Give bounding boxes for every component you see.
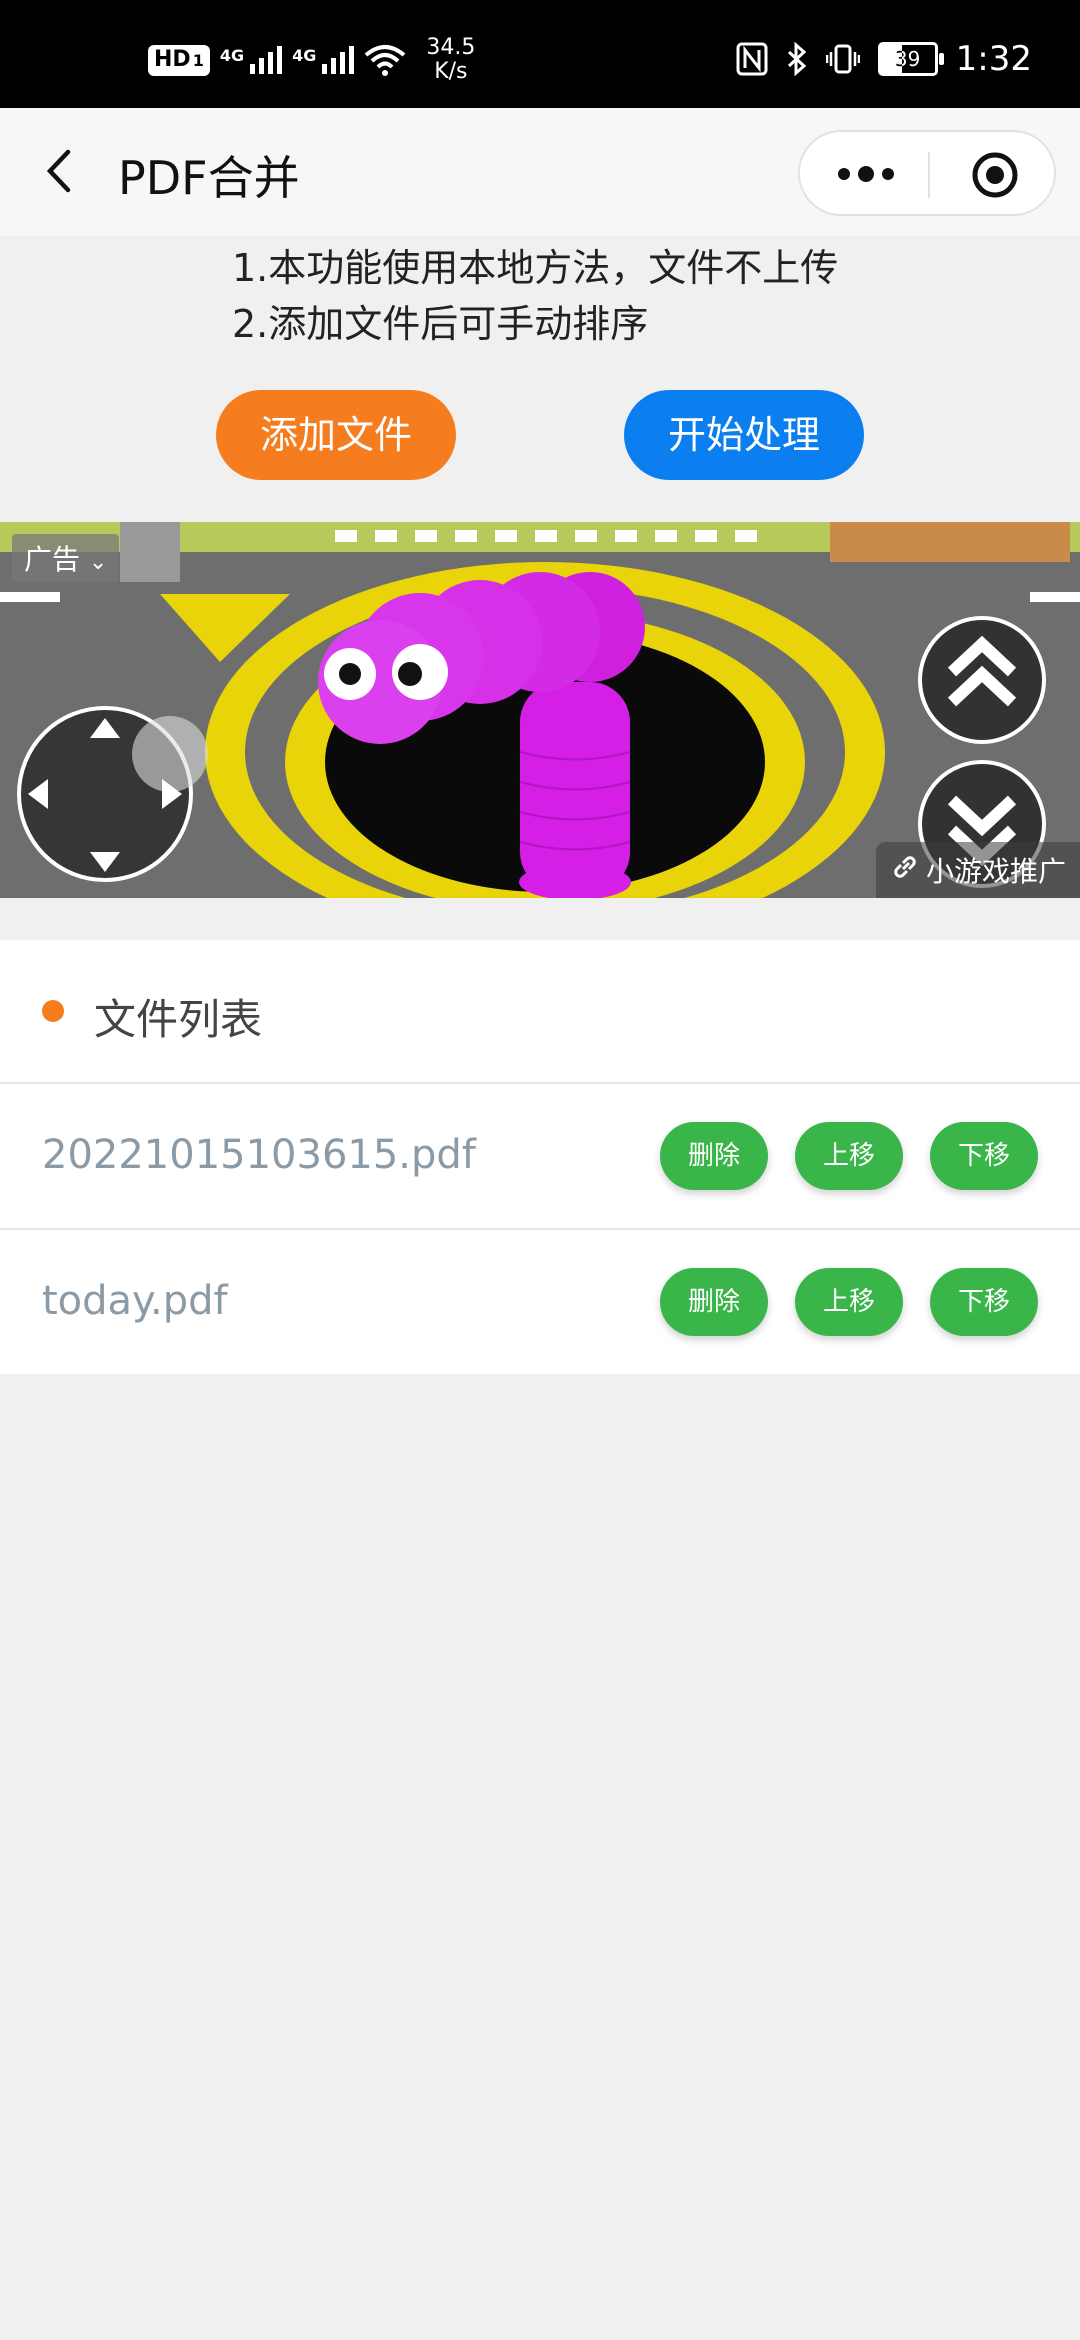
file-row: today.pdf 删除 上移 下移 <box>0 1230 1080 1374</box>
net-speed-unit: K/s <box>434 59 468 84</box>
link-icon <box>894 856 916 878</box>
capsule-divider <box>928 152 930 198</box>
file-name: today.pdf <box>42 1278 228 1324</box>
network-type-label: 4G <box>292 46 317 65</box>
target-circle-icon[interactable] <box>970 150 1020 200</box>
move-down-button[interactable]: 下移 <box>930 1122 1038 1190</box>
signal-icon: 4G <box>219 46 283 74</box>
file-list-section: 文件列表 20221015103615.pdf 删除 上移 下移 today.p… <box>0 940 1080 1374</box>
chevron-left-icon[interactable] <box>40 146 80 196</box>
nfc-icon <box>736 42 768 76</box>
more-dots-icon[interactable] <box>834 154 898 194</box>
nav-bar: PDF合并 <box>0 108 1080 236</box>
delete-button[interactable]: 删除 <box>660 1122 768 1190</box>
add-files-button[interactable]: 添加文件 <box>216 390 456 480</box>
file-list-header: 文件列表 <box>0 940 1080 1084</box>
signal-icon: 4G <box>292 46 355 74</box>
chevron-down-icon: ⌄ <box>88 550 108 575</box>
status-time: 1:32 <box>955 39 1032 79</box>
file-row: 20221015103615.pdf 删除 上移 下移 <box>0 1084 1080 1230</box>
network-type-label: 4G <box>219 46 245 65</box>
battery-level: 39 <box>894 47 921 71</box>
page-title: PDF合并 <box>118 151 300 205</box>
move-up-button[interactable]: 上移 <box>795 1268 903 1336</box>
battery-icon: 39 <box>877 42 944 76</box>
file-list-title: 文件列表 <box>94 995 263 1044</box>
net-speed: 34.5 K/s <box>426 36 475 84</box>
net-speed-value: 34.5 <box>426 35 476 60</box>
delete-button[interactable]: 删除 <box>660 1268 768 1336</box>
ad-label-text: 广告 <box>24 543 81 576</box>
hd-label: HD <box>154 46 191 72</box>
status-bar: HD 1 4G 4G 34.5 K/s 39 1:32 <box>0 0 1080 108</box>
instructions: 1.本功能使用本地方法，文件不上传 2.添加文件后可手动排序 <box>232 240 838 352</box>
ad-banner[interactable]: 广告 ⌄ 小游戏推广 <box>0 522 1080 898</box>
instruction-line: 2.添加文件后可手动排序 <box>232 302 649 346</box>
move-down-button[interactable]: 下移 <box>930 1268 1038 1336</box>
file-name: 20221015103615.pdf <box>42 1132 476 1178</box>
status-right: 39 1:32 <box>736 34 1032 84</box>
hd-icon: HD 1 <box>148 44 210 76</box>
bluetooth-icon <box>787 42 806 76</box>
move-up-button[interactable]: 上移 <box>795 1122 903 1190</box>
sim-label: 1 <box>192 50 204 70</box>
vibrate-icon <box>825 44 860 74</box>
wifi-icon <box>365 45 406 76</box>
mini-game-promo[interactable]: 小游戏推广 <box>875 842 1080 898</box>
ad-label[interactable]: 广告 ⌄ <box>12 534 120 582</box>
start-processing-button[interactable]: 开始处理 <box>624 390 864 480</box>
mini-game-promo-label: 小游戏推广 <box>925 855 1066 888</box>
status-left: HD 1 4G 4G 34.5 K/s <box>148 36 475 84</box>
instruction-line: 1.本功能使用本地方法，文件不上传 <box>232 246 839 290</box>
bullet-dot-icon <box>42 1000 64 1022</box>
mini-program-capsule <box>798 130 1056 216</box>
